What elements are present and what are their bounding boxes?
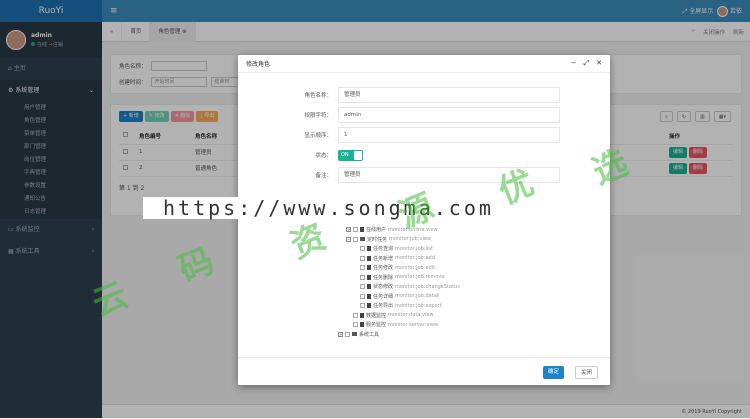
- tree-node-label: 任务详细: [373, 293, 394, 300]
- tree-checkbox[interactable]: [353, 322, 358, 328]
- tree-checkbox[interactable]: [353, 312, 358, 318]
- tree-node-label: 任务查询: [373, 246, 394, 253]
- role-key-field[interactable]: admin: [338, 107, 560, 123]
- tree-node[interactable]: + 系统工具: [338, 330, 460, 340]
- tree-node-label: 状态修改: [373, 284, 394, 291]
- tree-node-perm: monitor:job:list: [395, 245, 433, 252]
- status-toggle[interactable]: ON: [338, 149, 363, 161]
- tree-node-label: 任务导出: [373, 303, 394, 310]
- close-button[interactable]: 关闭: [575, 366, 599, 379]
- maximize-icon[interactable]: ⤢: [584, 59, 590, 68]
- tree-node-perm: monitor:job:view: [389, 236, 431, 243]
- tree-node[interactable]: 任务删除 monitor:job:remove: [346, 273, 460, 283]
- tree-checkbox[interactable]: [353, 227, 358, 233]
- modal-title: 修改角色: [246, 61, 271, 68]
- file-icon: [367, 265, 371, 271]
- role-name-field[interactable]: 管理员: [338, 87, 560, 103]
- tree-node-label: 系统工具: [359, 331, 380, 338]
- tree-checkbox[interactable]: [360, 303, 365, 309]
- tree-node-label: 在线用户: [366, 227, 387, 234]
- minimize-icon[interactable]: −: [571, 59, 577, 68]
- tree-checkbox[interactable]: [360, 246, 365, 252]
- tree-node[interactable]: 服务监控 monitor:server:view: [346, 320, 460, 330]
- role-key-label: 权限字符：: [304, 113, 332, 119]
- tree-node-label: 定时任务: [367, 236, 388, 243]
- menu-permission-tree: + 在线用户 monitor:online:view − 定时任务 monitor:jo…: [338, 225, 460, 339]
- modal-footer: 确定 关闭: [238, 357, 610, 385]
- tree-node[interactable]: 任务查询 monitor:job:list: [346, 244, 460, 254]
- folder-icon: [352, 332, 357, 337]
- tree-node[interactable]: − 定时任务 monitor:job:view: [346, 235, 460, 245]
- file-icon: [360, 227, 364, 233]
- tree-node-label: 服务监控: [366, 322, 387, 329]
- sort-field[interactable]: 1: [338, 127, 560, 143]
- tree-node-perm: monitor:job:detail: [395, 293, 440, 300]
- close-icon[interactable]: ✕: [596, 59, 602, 68]
- status-label: 状态：: [315, 153, 332, 159]
- folder-open-icon: [360, 237, 365, 242]
- file-icon: [367, 255, 371, 261]
- tree-checkbox[interactable]: [360, 265, 365, 271]
- file-icon: [360, 312, 364, 318]
- tree-checkbox[interactable]: [360, 293, 365, 299]
- expand-icon[interactable]: +: [338, 331, 343, 337]
- sort-label: 显示顺序：: [304, 133, 332, 139]
- tree-node-perm: monitor:job:edit: [395, 264, 436, 271]
- tree-checkbox[interactable]: [353, 236, 358, 242]
- file-icon: [367, 246, 371, 252]
- tree-node-label: 数据监控: [366, 312, 387, 319]
- tree-checkbox[interactable]: [360, 284, 365, 290]
- file-icon: [367, 274, 371, 280]
- tree-checkbox[interactable]: [345, 331, 350, 337]
- confirm-button[interactable]: 确定: [543, 366, 565, 379]
- tree-node-label: 任务删除: [373, 274, 394, 281]
- tree-checkbox[interactable]: [360, 255, 365, 261]
- file-icon: [360, 322, 364, 328]
- tree-node-perm: monitor:job:add: [395, 255, 435, 262]
- tree-node-perm: monitor:data:view: [388, 312, 434, 319]
- tree-node[interactable]: 任务修改 monitor:job:edit: [346, 263, 460, 273]
- tree-node-perm: monitor:job:remove: [395, 274, 445, 281]
- tree-node-label: 任务修改: [373, 265, 394, 272]
- tree-node-perm: monitor:job:export: [395, 302, 442, 309]
- tree-checkbox[interactable]: [360, 274, 365, 280]
- collapse-icon[interactable]: −: [346, 236, 351, 242]
- tree-node-perm: monitor:job:changeStatus: [395, 283, 460, 290]
- tree-node[interactable]: 数据监控 monitor:data:view: [346, 311, 460, 321]
- tree-node[interactable]: 状态修改 monitor:job:changeStatus: [346, 282, 460, 292]
- tree-node[interactable]: 任务详细 monitor:job:detail: [346, 292, 460, 302]
- tree-node-perm: monitor:server:view: [388, 321, 439, 328]
- file-icon: [367, 284, 371, 290]
- file-icon: [367, 293, 371, 299]
- tree-node[interactable]: 任务导出 monitor:job:export: [346, 301, 460, 311]
- role-name-label: 角色名称：: [304, 93, 332, 99]
- expand-icon[interactable]: +: [346, 227, 351, 233]
- file-icon: [367, 303, 371, 309]
- tree-node[interactable]: 任务新增 monitor:job:add: [346, 254, 460, 264]
- tree-node-label: 任务新增: [373, 255, 394, 262]
- remark-label: 备注：: [315, 173, 332, 179]
